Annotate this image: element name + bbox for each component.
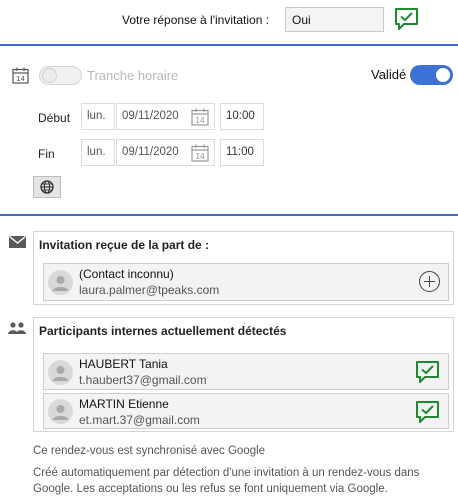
response-label: Votre réponse à l'invitation :	[122, 13, 270, 27]
organizer-email: laura.palmer@tpeaks.com	[79, 283, 220, 297]
accepted-check-icon	[415, 360, 440, 384]
end-day-field[interactable]: lun.	[81, 139, 115, 166]
participants-panel: Participants internes actuellement détec…	[33, 317, 454, 432]
invitation-panel: Invitation reçue de la part de : (Contac…	[33, 231, 454, 305]
svg-text:14: 14	[16, 75, 25, 83]
timezone-button[interactable]	[33, 176, 61, 198]
participant-name: MARTIN Etienne	[79, 397, 169, 411]
mail-icon	[9, 235, 26, 248]
accepted-check-icon	[415, 400, 440, 424]
start-date-field[interactable]: 09/11/2020 14	[116, 103, 215, 130]
section-divider	[0, 44, 458, 46]
calendar-icon: 14	[12, 67, 29, 84]
time-slot-toggle[interactable]	[39, 66, 82, 85]
participant-email: t.haubert37@gmail.com	[79, 373, 207, 387]
sync-note: Ce rendez-vous est synchronisé avec Goog…	[33, 445, 266, 457]
accepted-check-icon[interactable]	[394, 7, 419, 31]
svg-text:14: 14	[195, 116, 205, 125]
invitation-title: Invitation reçue de la part de :	[39, 238, 210, 252]
participant-name: HAUBERT Tania	[79, 357, 168, 371]
end-date-value: 09/11/2020	[122, 146, 179, 158]
start-day-field[interactable]: lun.	[81, 103, 115, 130]
organizer-contact[interactable]: (Contact inconnu) laura.palmer@tpeaks.co…	[43, 263, 449, 301]
start-time-field[interactable]: 10:00	[220, 103, 264, 130]
globe-icon	[40, 180, 54, 194]
participant-row[interactable]: HAUBERT Tania t.haubert37@gmail.com	[43, 353, 449, 390]
validated-label: Validé	[371, 67, 407, 82]
end-date-field[interactable]: 09/11/2020 14	[116, 139, 215, 166]
avatar-icon	[48, 399, 73, 424]
validated-toggle[interactable]	[410, 65, 453, 85]
time-slot-label: Tranche horaire	[87, 68, 179, 83]
participants-title: Participants internes actuellement détec…	[39, 324, 287, 338]
people-icon	[8, 322, 27, 334]
section-divider	[0, 214, 458, 216]
start-date-picker-icon[interactable]: 14	[191, 108, 209, 126]
avatar-icon	[48, 360, 73, 385]
avatar-icon	[48, 270, 73, 295]
start-label: Début	[38, 111, 71, 125]
svg-text:14: 14	[195, 152, 205, 161]
participant-email: et.mart.37@gmail.com	[79, 413, 200, 427]
end-time-field[interactable]: 11:00	[220, 139, 264, 166]
organizer-name: (Contact inconnu)	[79, 267, 174, 281]
add-contact-icon[interactable]	[419, 271, 440, 292]
auto-created-note-line2: Google. Les acceptations ou les refus se…	[33, 483, 388, 495]
start-date-value: 09/11/2020	[122, 110, 179, 122]
auto-created-note-line1: Créé automatiquement par détection d'une…	[33, 467, 420, 479]
response-field[interactable]: Oui	[285, 7, 384, 32]
end-date-picker-icon[interactable]: 14	[191, 144, 209, 162]
end-label: Fin	[38, 147, 55, 161]
participant-row[interactable]: MARTIN Etienne et.mart.37@gmail.com	[43, 393, 449, 429]
